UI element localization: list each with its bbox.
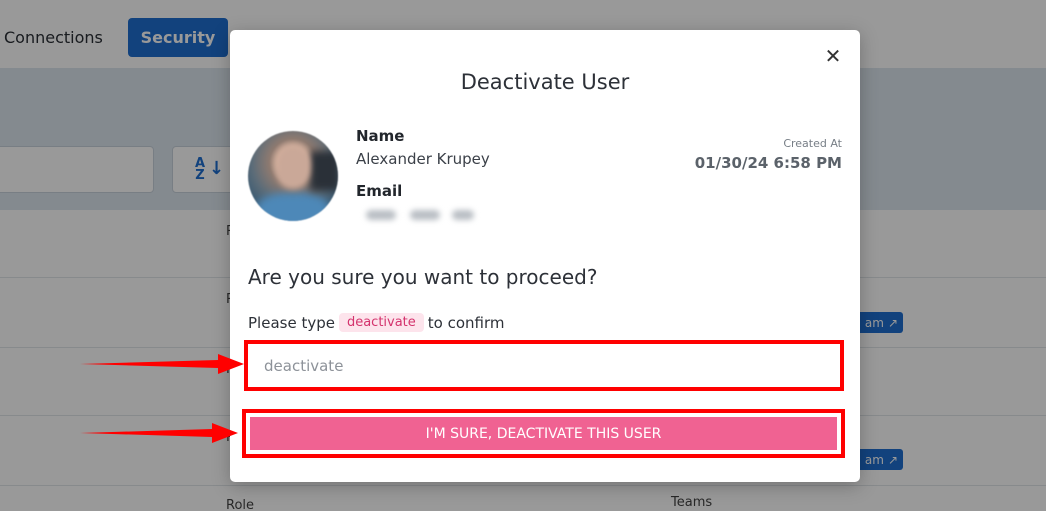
confirm-code-chip: deactivate — [338, 313, 424, 332]
confirm-instruction: Please type deactivate to confirm — [248, 313, 505, 332]
name-label: Name — [356, 127, 405, 145]
avatar — [248, 131, 338, 221]
confirm-question: Are you sure you want to proceed? — [248, 265, 598, 289]
created-at-label: Created At — [783, 137, 842, 150]
modal-title: Deactivate User — [460, 70, 630, 94]
button-highlight-outline: I'M SURE, DEACTIVATE THIS USER — [242, 409, 845, 458]
email-label: Email — [356, 182, 403, 200]
arrow-right-icon — [80, 354, 244, 374]
input-highlight-outline — [244, 340, 844, 391]
deactivate-user-button[interactable]: I'M SURE, DEACTIVATE THIS USER — [250, 417, 837, 450]
arrow-right-icon — [80, 423, 238, 443]
created-at-value: 01/30/24 6:58 PM — [694, 154, 842, 172]
email-value-redacted — [358, 204, 492, 226]
deactivate-user-modal: ✕ Deactivate User Name Alexander Krupey … — [230, 30, 860, 482]
name-value: Alexander Krupey — [356, 150, 490, 168]
close-icon[interactable]: ✕ — [824, 46, 842, 66]
confirm-text-input[interactable] — [252, 348, 836, 383]
